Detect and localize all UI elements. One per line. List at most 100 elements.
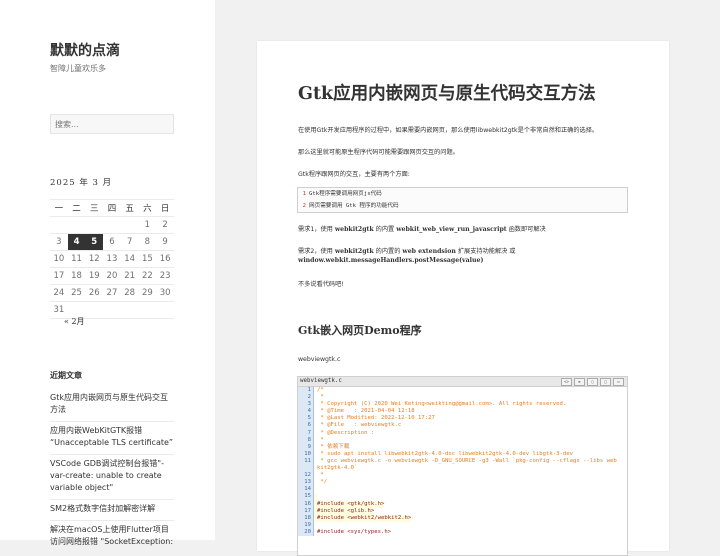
calendar-day	[103, 301, 121, 319]
line-number: 3	[298, 401, 314, 409]
article-title[interactable]: Gtk应用内嵌网页与原生代码交互方法	[298, 80, 596, 105]
line-number: 2	[302, 203, 306, 209]
code-line: 20 #include <sys/types.h>	[298, 528, 627, 536]
calendar-day: 28	[120, 284, 139, 302]
calendar-day: 17	[50, 267, 68, 285]
code-line: 3 * Copyright (C) 2020 Wei Keting<weikti…	[298, 401, 627, 409]
calendar-day	[85, 216, 104, 234]
calendar-day	[103, 216, 121, 234]
calendar-day	[85, 301, 104, 319]
calendar-day	[120, 301, 139, 319]
calendar-day-link[interactable]: 4	[67, 233, 86, 251]
recent-posts-list: Gtk应用内嵌网页与原生代码交互方法 应用内嵌WebKitGTK报错 “Unacc…	[50, 392, 174, 553]
recent-post-link[interactable]: VSCode GDB调试控制台报错"-var-create: unable to…	[50, 454, 174, 499]
code-text	[314, 493, 317, 501]
calendar-day	[120, 216, 139, 234]
calendar-day: 27	[103, 284, 121, 302]
calendar-day: 15	[138, 250, 157, 268]
calendar-day: 7	[120, 233, 139, 251]
code-text: Gtk程序需要调用网页js代码	[309, 191, 382, 197]
calendar-day: 22	[138, 267, 157, 285]
section-heading: Gtk嵌入网页Demo程序	[298, 324, 422, 337]
line-number: 17	[298, 507, 314, 515]
calendar-day: 18	[67, 267, 86, 285]
line-number: 7	[298, 429, 314, 437]
calendar-day: 20	[103, 267, 121, 285]
code-tool-button[interactable]: ▢	[587, 378, 598, 386]
calendar-weekday: 一	[50, 199, 68, 217]
code-text: #include <gtk/gtk.h>	[314, 500, 385, 508]
code-row: 1 Gtk程序需要调用网页js代码	[298, 188, 627, 200]
code-toolbar: webviewgtk.c <> ≡ ▢ □ ▭	[298, 377, 627, 387]
calendar-day	[50, 216, 68, 234]
code-line: 8 *	[298, 436, 627, 444]
recent-post-link[interactable]: 解决在macOS上使用Flutter项目访问网络报错 "SocketExcept…	[50, 520, 174, 553]
code-tool-button[interactable]: ▭	[613, 378, 624, 386]
calendar-day: 1	[138, 216, 157, 234]
calendar-day: 30	[156, 284, 174, 302]
calendar-day: 29	[138, 284, 157, 302]
code-line: kit2gtk-4.0`	[298, 465, 627, 473]
line-number: 16	[298, 500, 314, 508]
line-number	[298, 465, 314, 473]
calendar-day: 26	[85, 284, 104, 302]
code-tools: <> ≡ ▢ □ ▭	[561, 378, 624, 386]
text: 需求1，使用	[298, 226, 335, 233]
recent-post-link[interactable]: SM2格式数字信封加解密详解	[50, 499, 174, 520]
recent-post-link[interactable]: 应用内嵌WebKitGTK报错 “Unacceptable TLS certif…	[50, 421, 174, 454]
calendar-weekday: 五	[120, 199, 139, 217]
calendar-day: 6	[103, 233, 121, 251]
calendar-day-link[interactable]: 5	[85, 233, 104, 251]
calendar-caption: 2025 年 3 月	[50, 178, 113, 188]
calendar-day: 13	[103, 250, 121, 268]
calendar-prev-month-link[interactable]: « 2月	[64, 316, 85, 327]
text: 的内置	[373, 226, 397, 233]
calendar-day: 8	[138, 233, 157, 251]
bold-text: window.webkit.messageHandlers.postMessag…	[298, 257, 484, 264]
code-line: 16 #include <gtk/gtk.h>	[298, 500, 627, 508]
code-tool-button[interactable]: <>	[561, 378, 572, 386]
code-line: 4 * @Time : 2021-04-04 12:18	[298, 408, 627, 416]
site-description: 智障儿童欢乐多	[50, 64, 106, 73]
code-text: * @Description :	[317, 429, 375, 436]
line-number: 13	[298, 479, 314, 487]
code-tool-button[interactable]: ≡	[574, 378, 585, 386]
line-number: 8	[298, 436, 314, 444]
line-number: 20	[298, 528, 314, 536]
code-filename: webviewgtk.c	[300, 378, 342, 384]
calendar-day	[156, 301, 174, 319]
code-lines: 1/* 2 * 3 * Copyright (C) 2020 Wei Keting<…	[298, 387, 627, 536]
code-text: *	[317, 394, 324, 401]
search-input[interactable]	[50, 114, 174, 134]
bold-text: webkit2gtk	[334, 248, 374, 255]
text: 需求2，使用	[298, 248, 335, 255]
recent-post-link[interactable]: Gtk应用内嵌网页与原生代码交互方法	[50, 392, 174, 421]
recent-posts-title: 近期文章	[50, 370, 82, 380]
code-text: #include <webkit2/webkit2.h>	[314, 514, 412, 522]
code-line: 6 * @File : webviewgtk.c	[298, 422, 627, 430]
calendar-day: 23	[156, 267, 174, 285]
bold-text: webkit2gtk	[334, 226, 374, 233]
code-text: * gcc webviewgtk.c -o webviewgtk -D_GNU_…	[317, 457, 617, 464]
calendar-day: 19	[85, 267, 104, 285]
calendar-weekday: 四	[103, 199, 121, 217]
paragraph: 那么这里就可能原生程序代码可能需要跟网页交互的问题。	[298, 149, 459, 156]
line-number: 15	[298, 493, 314, 501]
code-tool-button[interactable]: □	[600, 378, 611, 386]
text: 函数即可解决	[506, 226, 546, 233]
calendar-day: 11	[67, 250, 86, 268]
site-title[interactable]: 默默的点滴	[50, 40, 120, 60]
code-text: *	[317, 436, 324, 443]
code-line: 11 * gcc webviewgtk.c -o webviewgtk -D_G…	[298, 457, 627, 466]
line-number: 1	[298, 387, 314, 395]
calendar-day: 3	[50, 233, 68, 251]
code-text: * sudo apt install libwebkit2gtk-4.0-doc…	[317, 450, 573, 457]
line-number: 18	[298, 514, 314, 522]
calendar-day: 25	[67, 284, 86, 302]
code-line: 19	[298, 521, 627, 529]
code-line: 18 #include <webkit2/webkit2.h>	[298, 514, 627, 522]
code-text: * @Last Modified: 2022-12-10 17:27	[317, 415, 435, 422]
code-line: 2 *	[298, 394, 627, 402]
code-text: * @File : webviewgtk.c	[317, 422, 402, 429]
